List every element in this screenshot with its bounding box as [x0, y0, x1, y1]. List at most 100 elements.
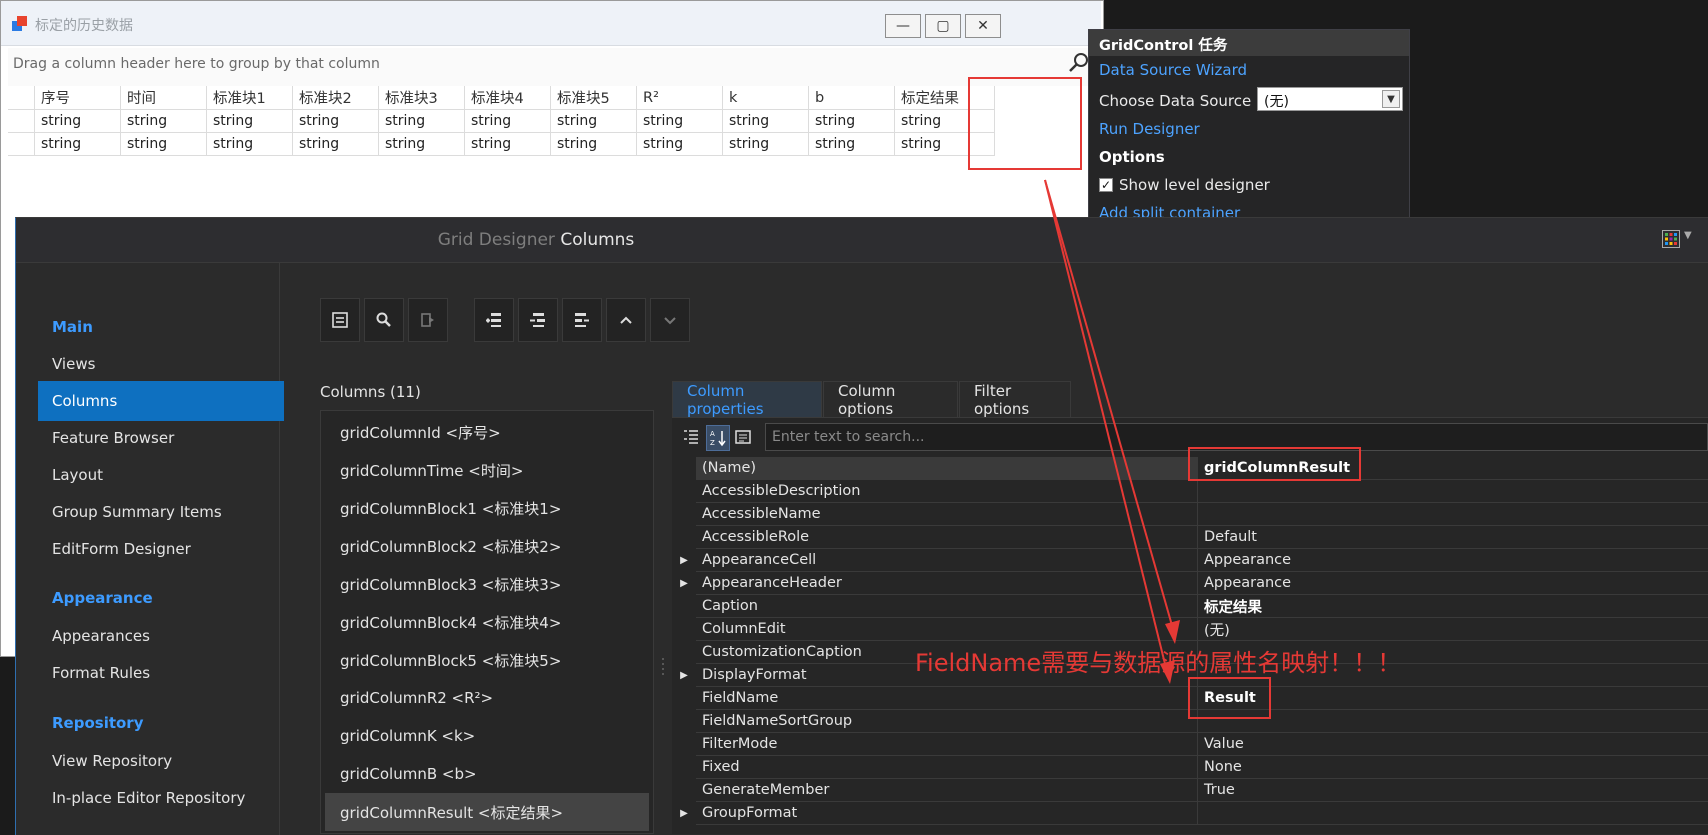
nav-item-appearances[interactable]: Appearances — [38, 616, 284, 656]
column-list-item[interactable]: gridColumnTime <时间> — [321, 451, 653, 489]
chevron-down-icon[interactable]: ▼ — [1684, 230, 1692, 241]
expand-arrow-icon[interactable]: ▶ — [672, 572, 696, 595]
grid-data-row[interactable]: string string string string string strin… — [8, 110, 995, 133]
splitter-grip-icon[interactable] — [660, 655, 666, 679]
nav-item-layout[interactable]: Layout — [38, 455, 284, 495]
property-value[interactable] — [1198, 802, 1708, 825]
column-list-item[interactable]: gridColumnId <序号> — [321, 413, 653, 451]
property-value[interactable]: Value — [1198, 733, 1708, 756]
columns-list[interactable]: gridColumnId <序号> gridColumnTime <时间> gr… — [320, 410, 654, 834]
layout-grid-icon[interactable] — [1662, 230, 1680, 248]
column-list-item[interactable]: gridColumnBlock5 <标准块5> — [321, 641, 653, 679]
data-source-select[interactable]: (无) ▼ — [1257, 87, 1403, 111]
property-value[interactable]: Result — [1198, 687, 1708, 710]
remove-column-button[interactable] — [408, 298, 448, 342]
chevron-down-icon[interactable]: ▼ — [1382, 90, 1400, 108]
find-button[interactable] — [364, 298, 404, 342]
property-value[interactable] — [1198, 503, 1708, 526]
close-button[interactable]: ✕ — [965, 14, 1001, 38]
nav-item-view-repository[interactable]: View Repository — [38, 741, 284, 781]
property-value[interactable]: (无) — [1198, 618, 1708, 641]
grid-cell[interactable]: string — [379, 133, 465, 156]
property-value[interactable]: Appearance — [1198, 549, 1708, 572]
grid-cell[interactable]: string — [637, 133, 723, 156]
grid-data-row[interactable]: string string string string string strin… — [8, 133, 995, 156]
grid-cell[interactable]: string — [809, 110, 895, 133]
property-pages-icon[interactable] — [732, 425, 754, 449]
property-row[interactable]: Fixed None — [672, 756, 1708, 779]
tab-filter-options[interactable]: Filter options — [959, 381, 1071, 418]
grid-cell[interactable]: string — [207, 133, 293, 156]
delete-column-button[interactable] — [562, 298, 602, 342]
move-up-button[interactable] — [606, 298, 646, 342]
grid-column-header[interactable]: 序号 — [35, 86, 121, 110]
property-row[interactable]: AccessibleDescription — [672, 480, 1708, 503]
grid-cell[interactable]: string — [121, 110, 207, 133]
grid-column-header[interactable]: 时间 — [121, 86, 207, 110]
run-designer-link[interactable]: Run Designer — [1099, 120, 1200, 138]
property-value[interactable] — [1198, 710, 1708, 733]
grid-cell[interactable]: string — [551, 110, 637, 133]
column-list-item[interactable]: gridColumnK <k> — [321, 717, 653, 755]
minimize-button[interactable]: — — [885, 14, 921, 38]
grid-cell[interactable]: string — [121, 133, 207, 156]
grid-column-header[interactable]: 标准块5 — [551, 86, 637, 110]
nav-item-feature-browser[interactable]: Feature Browser — [38, 418, 284, 458]
categorized-icon[interactable] — [680, 425, 702, 449]
grid-column-header[interactable]: 标准块2 — [293, 86, 379, 110]
grid-column-header[interactable]: 标准块4 — [465, 86, 551, 110]
grid-column-header[interactable]: b — [809, 86, 895, 110]
grid-cell[interactable]: string — [293, 133, 379, 156]
property-row[interactable]: AccessibleName — [672, 503, 1708, 526]
property-row[interactable]: AccessibleRole Default — [672, 526, 1708, 549]
property-value[interactable]: None — [1198, 756, 1708, 779]
search-icon[interactable] — [1068, 52, 1090, 74]
grid-cell[interactable]: string — [637, 110, 723, 133]
column-list-item[interactable]: gridColumnBlock1 <标准块1> — [321, 489, 653, 527]
grid-cell[interactable]: string — [465, 133, 551, 156]
grid-cell[interactable]: string — [293, 110, 379, 133]
column-list-item[interactable]: gridColumnB <b> — [321, 755, 653, 793]
column-list-item[interactable]: gridColumnBlock4 <标准块4> — [321, 603, 653, 641]
nav-item-views[interactable]: Views — [38, 344, 284, 384]
grid-column-header[interactable]: R² — [637, 86, 723, 110]
grid-cell[interactable]: string — [35, 133, 121, 156]
add-column-button[interactable] — [474, 298, 514, 342]
grid-column-header[interactable]: 标准块1 — [207, 86, 293, 110]
property-value[interactable]: True — [1198, 779, 1708, 802]
property-row[interactable]: FilterMode Value — [672, 733, 1708, 756]
show-level-designer-checkbox[interactable]: ✓ — [1099, 178, 1113, 192]
column-list-item-selected[interactable]: gridColumnResult <标定结果> — [325, 793, 649, 831]
designer-titlebar[interactable]: Grid Designer Columns ▼ — [16, 218, 1708, 263]
maximize-button[interactable]: ▢ — [925, 14, 961, 38]
property-row[interactable]: ColumnEdit (无) — [672, 618, 1708, 641]
data-source-wizard-link[interactable]: Data Source Wizard — [1099, 61, 1247, 79]
grid-cell[interactable]: string — [551, 133, 637, 156]
property-value[interactable] — [1198, 480, 1708, 503]
property-value[interactable]: 标定结果 — [1198, 595, 1708, 618]
alphabetical-sort-icon[interactable]: AZ — [706, 425, 730, 451]
expand-arrow-icon[interactable]: ▶ — [672, 802, 696, 825]
tab-column-options[interactable]: Column options — [823, 381, 958, 418]
column-list-item[interactable]: gridColumnR2 <R²> — [321, 679, 653, 717]
move-down-button[interactable] — [650, 298, 690, 342]
grid-cell[interactable]: string — [809, 133, 895, 156]
grid-cell[interactable]: string — [465, 110, 551, 133]
grid-cell[interactable]: string — [35, 110, 121, 133]
retrieve-fields-button[interactable] — [320, 298, 360, 342]
nav-item-group-summary-items[interactable]: Group Summary Items — [38, 492, 284, 532]
grid-cell[interactable]: string — [207, 110, 293, 133]
nav-item-editform-designer[interactable]: EditForm Designer — [38, 529, 284, 569]
column-list-item[interactable]: gridColumnBlock3 <标准块3> — [321, 565, 653, 603]
grid-cell[interactable]: string — [723, 133, 809, 156]
grid-column-header[interactable]: 标准块3 — [379, 86, 465, 110]
nav-item-format-rules[interactable]: Format Rules — [38, 653, 284, 693]
expand-arrow-icon[interactable]: ▶ — [672, 549, 696, 572]
column-list-item[interactable]: gridColumnBlock2 <标准块2> — [321, 527, 653, 565]
row-indicator[interactable] — [8, 110, 35, 133]
property-row[interactable]: GenerateMember True — [672, 779, 1708, 802]
property-row[interactable]: ▶ AppearanceCell Appearance — [672, 549, 1708, 572]
property-row[interactable]: Caption 标定结果 — [672, 595, 1708, 618]
tab-column-properties[interactable]: Column properties — [672, 381, 822, 418]
property-value[interactable]: Default — [1198, 526, 1708, 549]
